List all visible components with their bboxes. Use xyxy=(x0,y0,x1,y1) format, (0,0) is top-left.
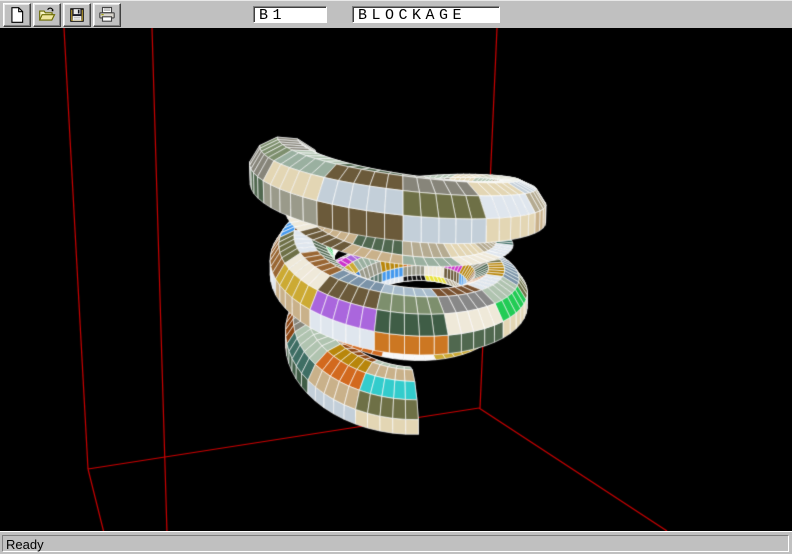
save-button[interactable] xyxy=(63,3,91,27)
open-button[interactable] xyxy=(33,3,61,27)
status-message: Ready xyxy=(2,535,789,552)
statusbar: Ready xyxy=(0,531,792,554)
new-button[interactable] xyxy=(3,3,31,27)
new-document-icon xyxy=(8,6,26,24)
app-window: { "window": { "chrome_color": "#c0c0c0" … xyxy=(0,0,792,554)
printer-icon xyxy=(97,6,117,24)
open-folder-icon xyxy=(37,6,57,24)
toolbar xyxy=(0,0,792,28)
block-name-field[interactable] xyxy=(352,6,500,23)
viewport-3d[interactable] xyxy=(0,28,792,531)
block-id-field[interactable] xyxy=(253,6,327,23)
save-floppy-icon xyxy=(68,6,86,24)
print-button[interactable] xyxy=(93,3,121,27)
